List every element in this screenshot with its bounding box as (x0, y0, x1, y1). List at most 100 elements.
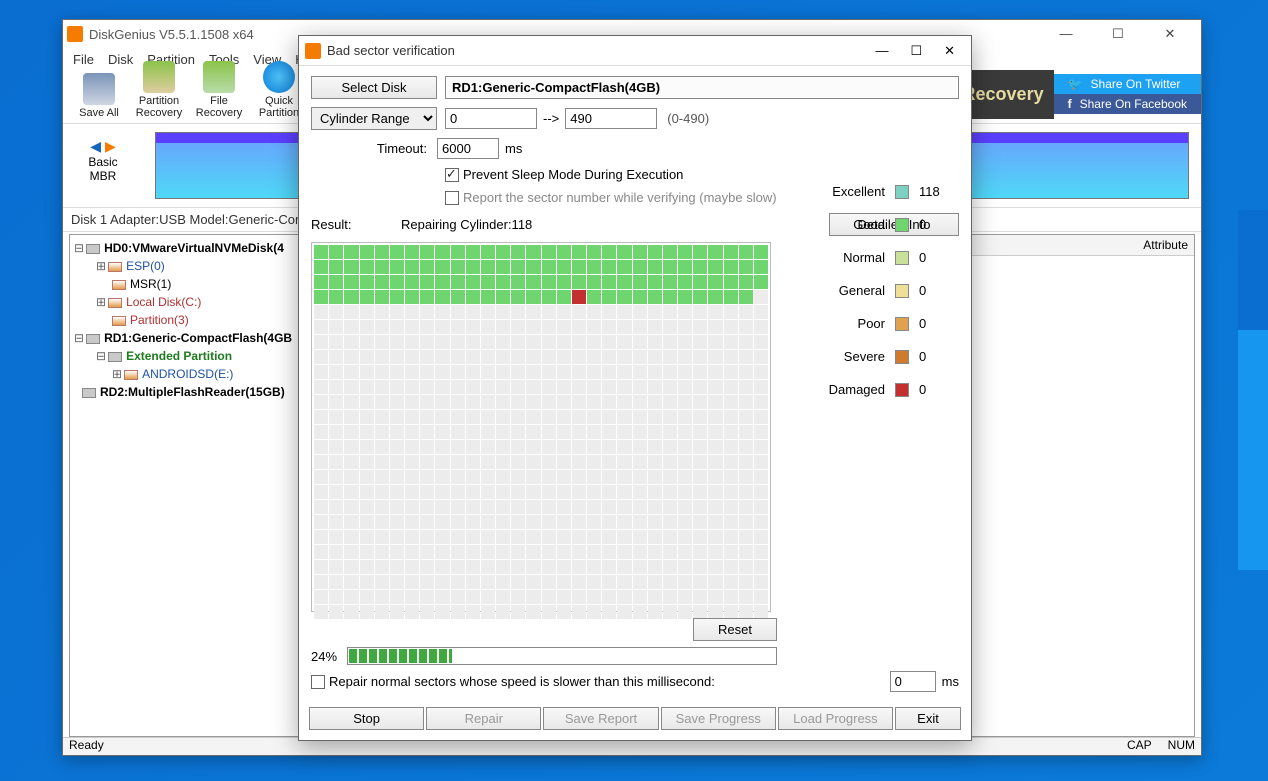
sector-cell (754, 575, 768, 589)
sector-cell (678, 380, 692, 394)
sector-cell (693, 260, 707, 274)
sector-cell (451, 545, 465, 559)
timeout-input[interactable] (437, 138, 499, 159)
share-facebook-button[interactable]: fShare On Facebook (1054, 94, 1201, 114)
sector-cell (724, 455, 738, 469)
share-twitter-button[interactable]: 🐦Share On Twitter (1054, 74, 1201, 94)
sector-cell (344, 455, 358, 469)
sector-cell (542, 545, 556, 559)
sector-cell (405, 365, 419, 379)
sector-cell (587, 350, 601, 364)
sector-cell (314, 305, 328, 319)
sector-cell (648, 575, 662, 589)
sector-cell (451, 365, 465, 379)
sector-cell (648, 320, 662, 334)
sector-cell (557, 500, 571, 514)
sector-cell (724, 410, 738, 424)
sector-cell (329, 440, 343, 454)
sector-cell (329, 365, 343, 379)
stop-button[interactable]: Stop (309, 707, 424, 730)
tool-save-all[interactable]: Save All (69, 73, 129, 119)
sector-cell (572, 380, 586, 394)
sector-cell (708, 560, 722, 574)
sector-cell (405, 560, 419, 574)
sector-cell (344, 515, 358, 529)
reset-button[interactable]: Reset (693, 618, 777, 641)
sector-cell (329, 290, 343, 304)
sector-cell (693, 275, 707, 289)
select-disk-button[interactable]: Select Disk (311, 76, 437, 99)
sector-cell (314, 575, 328, 589)
sector-cell (693, 320, 707, 334)
repair-normal-label: Repair normal sectors whose speed is slo… (329, 674, 715, 689)
tree-partition3[interactable]: Partition(3) (130, 313, 189, 327)
sector-cell (496, 545, 510, 559)
sector-cell (375, 515, 389, 529)
sector-cell (314, 425, 328, 439)
sector-cell (572, 425, 586, 439)
sector-cell (678, 260, 692, 274)
sector-cell (739, 440, 753, 454)
sector-cell (360, 500, 374, 514)
prevent-sleep-checkbox[interactable] (445, 168, 459, 182)
tree-rd2[interactable]: RD2:MultipleFlashReader(15GB) (100, 385, 285, 399)
tree-rd1[interactable]: RD1:Generic-CompactFlash(4GB (104, 331, 292, 345)
sector-cell (708, 605, 722, 619)
sector-cell (617, 335, 631, 349)
dialog-maximize-button[interactable]: ☐ (910, 43, 922, 59)
tool-file-recovery[interactable]: File Recovery (189, 61, 249, 119)
sector-cell (572, 605, 586, 619)
sector-cell (496, 440, 510, 454)
repair-button[interactable]: Repair (426, 707, 541, 730)
sector-cell (314, 245, 328, 259)
cylinder-to-input[interactable] (565, 108, 657, 129)
th-attribute[interactable]: Attribute (946, 235, 1194, 256)
cylinder-from-input[interactable] (445, 108, 537, 129)
save-progress-button[interactable]: Save Progress (661, 707, 776, 730)
tree-hd0[interactable]: HD0:VMwareVirtualNVMeDisk(4 (104, 241, 284, 255)
sector-cell (572, 260, 586, 274)
repair-normal-checkbox[interactable] (311, 675, 325, 689)
close-button[interactable]: ✕ (1153, 26, 1187, 42)
tree-androidsd[interactable]: ANDROIDSD(E:) (142, 367, 233, 381)
sector-cell (466, 260, 480, 274)
sector-cell (633, 575, 647, 589)
menu-file[interactable]: File (73, 52, 94, 67)
sector-cell (633, 605, 647, 619)
dialog-close-button[interactable]: ✕ (944, 43, 955, 59)
exit-button[interactable]: Exit (895, 707, 961, 730)
repair-ms-input[interactable] (890, 671, 936, 692)
report-sector-checkbox[interactable] (445, 191, 459, 205)
load-progress-button[interactable]: Load Progress (778, 707, 893, 730)
sector-cell (708, 500, 722, 514)
dialog-minimize-button[interactable]: — (875, 43, 888, 59)
tree-extended[interactable]: Extended Partition (126, 349, 232, 363)
save-report-button[interactable]: Save Report (543, 707, 658, 730)
sector-cell (435, 320, 449, 334)
sector-cell (496, 500, 510, 514)
tree-msr[interactable]: MSR(1) (130, 277, 171, 291)
sector-cell (557, 485, 571, 499)
sector-cell (496, 410, 510, 424)
sector-cell (572, 515, 586, 529)
sector-cell (542, 515, 556, 529)
cylinder-range-select[interactable]: Cylinder Range (311, 107, 437, 130)
sector-cell (390, 470, 404, 484)
sector-cell (360, 440, 374, 454)
legend-label: Excellent (811, 184, 885, 199)
maximize-button[interactable]: ☐ (1101, 26, 1135, 42)
sector-cell (360, 365, 374, 379)
sector-cell (602, 425, 616, 439)
tool-partition-recovery[interactable]: Partition Recovery (129, 61, 189, 119)
minimize-button[interactable]: — (1049, 26, 1083, 42)
nav-arrows[interactable]: ◀ ▶ (63, 138, 143, 155)
sector-cell (390, 515, 404, 529)
sector-cell (375, 410, 389, 424)
tree-esp[interactable]: ESP(0) (126, 259, 165, 273)
sector-cell (633, 410, 647, 424)
sector-cell (572, 545, 586, 559)
tree-localdisk[interactable]: Local Disk(C:) (126, 295, 201, 309)
sector-cell (375, 470, 389, 484)
disk-tree[interactable]: ⊟HD0:VMwareVirtualNVMeDisk(4 ⊞ESP(0) MSR… (69, 234, 301, 737)
sector-cell (617, 395, 631, 409)
